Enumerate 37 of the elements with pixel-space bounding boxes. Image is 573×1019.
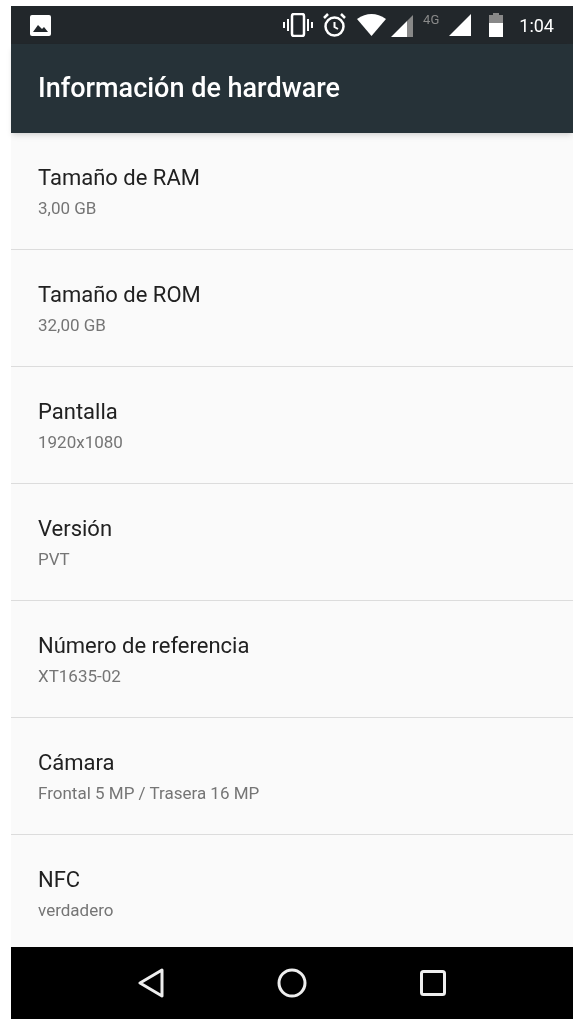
list-item[interactable]: Número de referencia XT1635-02 (11, 601, 573, 718)
item-value: 1920x1080 (38, 431, 124, 454)
item-title: NFC (38, 866, 82, 894)
list-item[interactable]: Versión PVT (11, 484, 573, 601)
item-value: XT1635-02 (38, 665, 122, 688)
item-value: verdadero (38, 899, 115, 922)
home-button[interactable] (277, 968, 307, 998)
item-value: Frontal 5 MP / Trasera 16 MP (38, 782, 261, 805)
alarm-clock-icon (323, 13, 347, 37)
item-title: Número de referencia (38, 632, 251, 660)
list-item[interactable]: Pantalla 1920x1080 (11, 367, 573, 484)
item-value: 3,00 GB (38, 197, 98, 220)
item-title: Tamaño de RAM (38, 164, 201, 192)
list-item[interactable]: Cámara Frontal 5 MP / Trasera 16 MP (11, 718, 573, 835)
signal-icon (449, 14, 472, 36)
wifi-icon (357, 14, 387, 36)
list-item[interactable]: Tamaño de ROM 32,00 GB (11, 250, 573, 367)
recents-button[interactable] (420, 970, 447, 996)
battery-icon (489, 13, 504, 37)
item-title: Versión (38, 515, 114, 543)
vibrate-icon (283, 13, 314, 37)
back-icon (137, 968, 164, 998)
toolbar-title: Información de hardware (38, 71, 340, 107)
list-item[interactable]: Tamaño de RAM 3,00 GB (11, 133, 573, 250)
image-icon (30, 14, 51, 36)
item-title: Cámara (38, 749, 116, 777)
list-item[interactable]: NFC verdadero (11, 835, 573, 947)
item-title: Pantalla (38, 398, 119, 426)
back-button[interactable] (137, 968, 164, 998)
clock-time: 1:04 (519, 13, 554, 38)
home-icon (277, 968, 307, 998)
item-value: PVT (38, 548, 71, 571)
item-title: Tamaño de ROM (38, 281, 202, 309)
network-type-label: 4G (423, 11, 440, 29)
item-value: 32,00 GB (38, 314, 107, 337)
signal-icon (391, 13, 414, 37)
recents-icon (420, 970, 447, 996)
